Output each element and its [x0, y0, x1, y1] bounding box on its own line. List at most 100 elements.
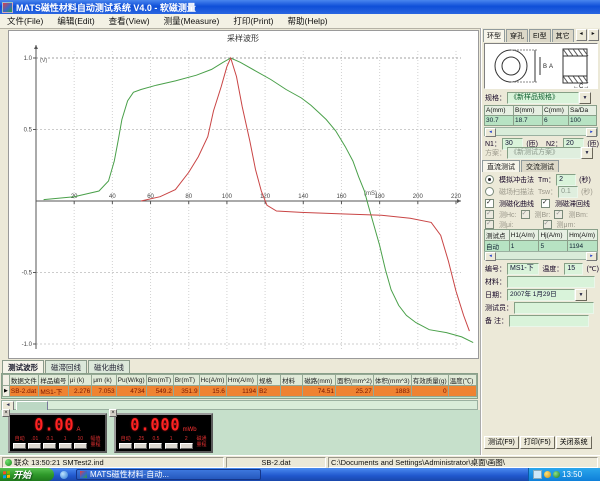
column-header[interactable]: Br(mT): [173, 375, 199, 386]
table-row[interactable]: 30.718.76100: [485, 116, 597, 126]
column-header[interactable]: 面积(mm^2): [336, 375, 374, 386]
range-option-button[interactable]: [28, 443, 41, 449]
table-row[interactable]: 自动151194: [485, 241, 598, 252]
column-header[interactable]: μi (k): [68, 375, 92, 386]
tab-scroll-right-icon[interactable]: ▸: [588, 29, 599, 41]
task-app-icon: [80, 471, 87, 478]
tsw-unit: (秒): [578, 187, 594, 197]
range-option-button[interactable]: [119, 443, 132, 449]
column-header[interactable]: 体积(mm^3): [373, 375, 411, 386]
menu-item[interactable]: 帮助(Help): [280, 15, 334, 27]
result-tab[interactable]: 磁化曲线: [88, 360, 130, 373]
table-hscrollbar[interactable]: ◄: [1, 400, 478, 410]
column-header[interactable]: 温度(℃): [448, 375, 476, 386]
results-table[interactable]: 数据文件样品编号μi (k)μm (k)Pu(W/kg)Bm(mT)Br(mT)…: [1, 373, 478, 399]
date-value: 2007年 1月29日: [507, 289, 575, 301]
column-header: H1(A/m): [509, 230, 539, 241]
range-option-label: .25: [133, 436, 148, 442]
table-cell: SB-2.dat: [9, 386, 38, 397]
range-option-button[interactable]: [149, 443, 162, 449]
range-option-button[interactable]: [13, 443, 26, 449]
tab-scroll-left-icon[interactable]: ◂: [576, 29, 587, 41]
sample-id-field[interactable]: MS1-下: [507, 263, 539, 275]
column-header[interactable]: Hc(A/m): [199, 375, 226, 386]
shape-tab[interactable]: EI型: [529, 29, 551, 42]
shape-tab[interactable]: 环型: [483, 29, 505, 42]
menu-item[interactable]: 编辑(Edit): [50, 15, 101, 27]
table-cell: [281, 386, 303, 397]
results-data-table: 数据文件样品编号μi (k)μm (k)Pu(W/kg)Bm(mT)Br(mT)…: [2, 374, 477, 397]
sweep-method-radio[interactable]: [485, 187, 494, 196]
tray-icon-3[interactable]: [553, 471, 560, 478]
close-icon[interactable]: ×: [2, 409, 10, 417]
range-option-button[interactable]: [59, 443, 72, 449]
task-label: MATS磁性材料·自动...: [90, 469, 169, 480]
column-header[interactable]: 数据文件: [9, 375, 38, 386]
hyst-loop-checkbox[interactable]: [541, 199, 550, 208]
task-button[interactable]: MATS磁性材料·自动...: [76, 469, 261, 480]
date-dropdown[interactable]: 2007年 1月29日 ▼: [507, 289, 587, 301]
column-header[interactable]: Pu(W/kg): [116, 375, 146, 386]
close-system-button[interactable]: 关闭系统: [556, 436, 592, 449]
range-option-label: 0.5: [148, 436, 163, 442]
tm-label: Tm：: [535, 175, 556, 185]
quick-launch-icon[interactable]: [60, 471, 68, 479]
result-tab[interactable]: 测试波形: [2, 360, 44, 373]
range-option-label: 自动: [118, 436, 133, 442]
scroll-right-icon[interactable]: ▸: [586, 128, 597, 137]
impulse-method-radio[interactable]: [485, 175, 494, 184]
temp-field[interactable]: 15: [564, 263, 583, 275]
tray-icon-2[interactable]: [544, 471, 551, 478]
print-button[interactable]: 打印(F5): [520, 436, 555, 449]
column-header[interactable]: 规格: [258, 375, 281, 386]
tester-field[interactable]: [514, 302, 594, 314]
menu-item[interactable]: 打印(Print): [226, 15, 280, 27]
meter-unit: mWb: [183, 427, 197, 433]
meter-display: 0.00A: [10, 415, 105, 435]
tm-field[interactable]: 2: [556, 174, 576, 186]
range-option-button[interactable]: [134, 443, 147, 449]
status-file: SB-2.dat: [261, 458, 290, 467]
range-option-button[interactable]: [74, 443, 87, 449]
column-header[interactable]: 有效质量(g): [411, 375, 448, 386]
test-mode-tab[interactable]: 交流测试: [521, 160, 559, 172]
menu-item[interactable]: 测量(Measure): [157, 15, 227, 27]
chevron-down-icon[interactable]: ▼: [579, 92, 591, 104]
close-icon[interactable]: ×: [109, 409, 117, 417]
scroll-right-icon[interactable]: ▸: [586, 252, 597, 261]
material-field[interactable]: [507, 276, 595, 288]
menu-item[interactable]: 文件(File): [0, 15, 50, 27]
scroll-left-icon[interactable]: ◂: [485, 128, 496, 137]
mag-curve-checkbox[interactable]: [485, 199, 494, 208]
spec-dropdown[interactable]: 《新样品规格》 ▼: [507, 92, 591, 104]
test-button[interactable]: 测试(F9): [484, 436, 519, 449]
sample-shape-tabs: 环型穿孔EI型其它◂▸: [483, 29, 600, 42]
scroll-left-icon[interactable]: ◂: [485, 252, 496, 261]
tm-unit: (秒): [576, 175, 592, 185]
column-header[interactable]: 样品编号: [39, 375, 68, 386]
range-option-label: 2: [179, 436, 194, 442]
spec-hscrollbar[interactable]: ◂ ▸: [484, 127, 598, 136]
table-row[interactable]: ▶SB-2.datMS1-下2.2767.0534734549.2351.915…: [3, 386, 477, 397]
system-tray: 13:50: [528, 468, 600, 481]
shape-tab[interactable]: 其它: [552, 29, 574, 42]
column-header[interactable]: 材料: [281, 375, 303, 386]
range-option-button[interactable]: [43, 443, 56, 449]
column-header[interactable]: μm (k): [92, 375, 116, 386]
points-hscrollbar[interactable]: ◂ ▸: [484, 251, 598, 260]
table-cell: 1: [509, 241, 539, 252]
note-field[interactable]: [509, 315, 589, 327]
menu-item[interactable]: 查看(View): [102, 15, 157, 27]
test-mode-tab[interactable]: 直流测试: [482, 160, 520, 172]
chevron-down-icon[interactable]: ▼: [575, 289, 587, 301]
column-header[interactable]: 磁路(mm): [303, 375, 336, 386]
result-tab[interactable]: 磁滞回线: [45, 360, 87, 373]
column-header[interactable]: Hm(A/m): [226, 375, 257, 386]
column-header[interactable]: Bm(mT): [146, 375, 173, 386]
start-button[interactable]: 开始: [0, 468, 54, 481]
range-option-label: .01: [27, 436, 42, 442]
range-option-button[interactable]: [165, 443, 178, 449]
shape-tab[interactable]: 穿孔: [506, 29, 528, 42]
tray-icon-1[interactable]: [533, 470, 542, 479]
range-option-button[interactable]: [180, 443, 193, 449]
